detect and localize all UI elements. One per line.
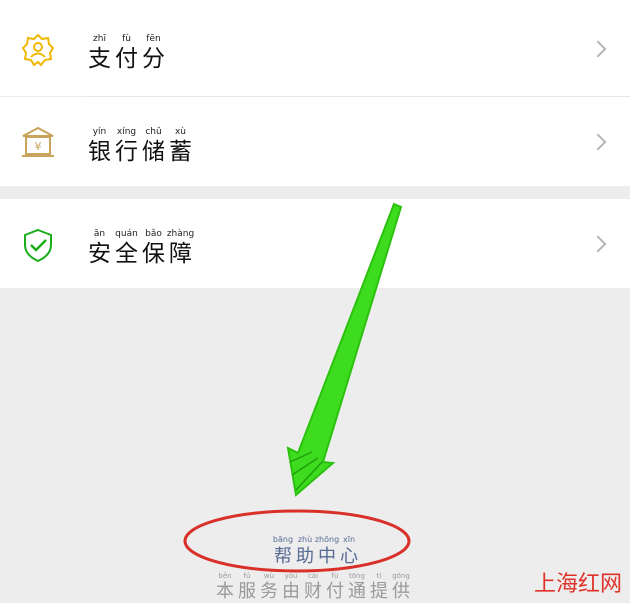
svg-text:¥: ¥ xyxy=(35,140,42,153)
hanzi-text: 行 xyxy=(115,139,138,165)
pinyin-text: tōng xyxy=(349,572,365,580)
pinyin-text: ān xyxy=(93,229,106,239)
service-provider-text: běn 本 fú 服 wù 务 yóu 由 cái 财 fù 付 tōng 通 tí 提 gōng 供 xyxy=(214,572,412,603)
chevron-right-icon xyxy=(589,40,607,58)
chevron-right-icon xyxy=(589,133,607,151)
ruby-char: wù 务 xyxy=(258,572,280,603)
menu-item-zhifufen[interactable]: zhī 支 fù 付 fēn 分 xyxy=(0,0,630,97)
pinyin-text: tí xyxy=(376,572,382,580)
ruby-char: ān 安 xyxy=(86,228,113,268)
pinyin-text: xù xyxy=(174,127,187,137)
hanzi-text: 付 xyxy=(326,581,344,602)
security-shield-icon xyxy=(24,228,52,263)
ruby-char: quán 全 xyxy=(113,228,140,268)
help-center-link[interactable]: bāng 帮 zhù 助 zhōng 中 xīn 心 xyxy=(272,534,360,568)
pinyin-text: zhī xyxy=(93,34,106,44)
pinyin-text: yín xyxy=(92,127,107,137)
ruby-char: xù 蓄 xyxy=(167,126,194,166)
hanzi-text: 银 xyxy=(88,139,111,165)
ruby-char: zhī 支 xyxy=(86,33,113,73)
ruby-char: yóu 由 xyxy=(280,572,302,603)
pinyin-text: zhù xyxy=(297,535,313,544)
pinyin-text: gōng xyxy=(392,572,410,580)
ruby-char: zhù 助 xyxy=(294,534,316,568)
ruby-char: fù 付 xyxy=(113,33,140,73)
ruby-char: zhàng 障 xyxy=(167,228,194,268)
pinyin-text: fù xyxy=(122,34,131,44)
hanzi-text: 付 xyxy=(115,46,138,72)
pinyin-text: xīn xyxy=(342,535,356,544)
hanzi-text: 障 xyxy=(169,241,192,267)
pinyin-text: fēn xyxy=(146,34,161,44)
hanzi-text: 心 xyxy=(340,546,358,567)
hanzi-text: 供 xyxy=(392,581,410,602)
hanzi-text: 务 xyxy=(260,581,278,602)
ruby-char: tí 提 xyxy=(368,572,390,603)
bank-savings-icon: ¥ xyxy=(22,126,54,157)
hanzi-text: 提 xyxy=(370,581,388,602)
hanzi-text: 支 xyxy=(88,46,111,72)
pinyin-text: zhàng xyxy=(166,229,195,239)
watermark: 上海红网 xyxy=(533,572,622,597)
ruby-char: gōng 供 xyxy=(390,572,412,603)
pinyin-text: quán xyxy=(115,229,138,239)
menu-item-anquan-baozhang[interactable]: ān 安 quán 全 bǎo 保 zhàng 障 xyxy=(0,199,630,288)
ruby-char: xíng 行 xyxy=(113,126,140,166)
menu-item-yinhang-chuxu[interactable]: ¥ yín 银 xíng 行 chǔ 储 xù 蓄 xyxy=(0,97,630,186)
annotation-arrow-hatch xyxy=(289,451,323,491)
ruby-char: yín 银 xyxy=(86,126,113,166)
pinyin-text: fú xyxy=(243,572,251,580)
pinyin-text: bāng xyxy=(272,535,294,544)
pinyin-text: fù xyxy=(331,572,339,580)
hanzi-text: 分 xyxy=(142,46,165,72)
pinyin-text: chǔ xyxy=(145,127,162,137)
ruby-char: bǎo 保 xyxy=(140,228,167,268)
hanzi-text: 中 xyxy=(318,546,336,567)
ruby-char: fù 付 xyxy=(324,572,346,603)
pinyin-text: bǎo xyxy=(145,229,162,239)
pinyin-text: zhōng xyxy=(314,535,340,544)
hanzi-text: 由 xyxy=(282,581,300,602)
ruby-char: cái 财 xyxy=(302,572,324,603)
hanzi-text: 帮 xyxy=(274,546,292,567)
ruby-char: chǔ 储 xyxy=(140,126,167,166)
pinyin-text: wù xyxy=(263,572,275,580)
pinyin-text: cái xyxy=(307,572,319,580)
pinyin-text: yóu xyxy=(284,572,298,580)
hanzi-text: 财 xyxy=(304,581,322,602)
ruby-char: zhōng 中 xyxy=(314,534,340,568)
ruby-char: fú 服 xyxy=(236,572,258,603)
menu-item-label: ān 安 quán 全 bǎo 保 zhàng 障 xyxy=(86,228,194,268)
hanzi-text: 本 xyxy=(216,581,234,602)
hanzi-text: 助 xyxy=(296,546,314,567)
hanzi-text: 储 xyxy=(142,139,165,165)
ruby-char: tōng 通 xyxy=(346,572,368,603)
hanzi-text: 蓄 xyxy=(169,139,192,165)
ruby-char: běn 本 xyxy=(214,572,236,603)
payment-score-icon xyxy=(21,33,55,67)
hanzi-text: 服 xyxy=(238,581,256,602)
menu-item-label: zhī 支 fù 付 fēn 分 xyxy=(86,33,167,73)
menu-item-label: yín 银 xíng 行 chǔ 储 xù 蓄 xyxy=(86,126,194,166)
ruby-char: xīn 心 xyxy=(338,534,360,568)
pinyin-text: xíng xyxy=(116,127,137,137)
hanzi-text: 保 xyxy=(142,241,165,267)
chevron-right-icon xyxy=(589,235,607,253)
pinyin-text: běn xyxy=(218,572,232,580)
ruby-char: bāng 帮 xyxy=(272,534,294,568)
hanzi-text: 安 xyxy=(88,241,111,267)
hanzi-text: 通 xyxy=(348,581,366,602)
ruby-char: fēn 分 xyxy=(140,33,167,73)
hanzi-text: 全 xyxy=(115,241,138,267)
